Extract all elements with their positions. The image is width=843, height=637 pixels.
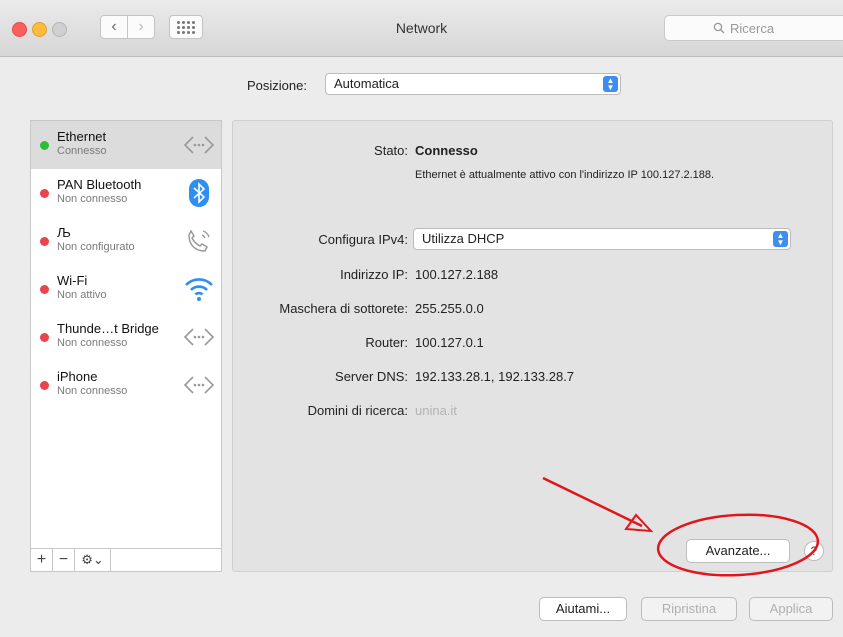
service-status: Non configurato xyxy=(57,241,135,253)
service-status: Non connesso xyxy=(57,337,128,349)
service-name: iPhone xyxy=(57,369,98,384)
location-label: Posizione: xyxy=(247,78,307,93)
service-item-thunderbolt-bridge[interactable]: Thunde…t Bridge Non connesso xyxy=(31,313,221,361)
service-name: Thunde…t Bridge xyxy=(57,321,159,336)
location-value: Automatica xyxy=(334,76,400,91)
wifi-icon xyxy=(185,278,213,301)
service-name: Ethernet xyxy=(57,129,107,144)
service-status: Non attivo xyxy=(57,289,107,301)
search-domains-value: unina.it xyxy=(415,403,457,418)
service-name: PAN Bluetooth xyxy=(57,177,142,192)
service-status: Non connesso xyxy=(57,385,128,397)
service-name: Wi-Fi xyxy=(57,273,88,288)
dns-server-value: 192.133.28.1, 192.133.28.7 xyxy=(415,369,575,384)
search-field[interactable]: Ricerca xyxy=(664,15,843,41)
gear-menu-button[interactable]: ⚙︎⌄ xyxy=(75,549,111,571)
service-name: Љ xyxy=(57,225,71,240)
service-item-wifi[interactable]: Wi-Fi Non attivo xyxy=(31,265,221,313)
ethernet-icon xyxy=(183,136,215,154)
search-icon xyxy=(713,22,725,34)
router-value: 100.127.0.1 xyxy=(415,335,484,350)
configure-ipv4-value: Utilizza DHCP xyxy=(422,231,505,246)
service-list: Ethernet Connesso PAN Bluetooth Non conn… xyxy=(30,120,222,572)
add-service-button[interactable]: + xyxy=(31,549,53,571)
apply-button[interactable]: Applica xyxy=(749,597,833,621)
popup-arrows-icon: ▲ ▼ xyxy=(603,76,618,92)
ethernet-icon xyxy=(183,376,215,394)
revert-button[interactable]: Ripristina xyxy=(641,597,737,621)
status-description: Ethernet è attualmente attivo con l'indi… xyxy=(415,169,715,181)
assist-me-button[interactable]: Aiutami... xyxy=(539,597,627,621)
service-item-phone[interactable]: Љ Non configurato xyxy=(31,217,221,265)
service-item-iphone[interactable]: iPhone Non connesso xyxy=(31,361,221,409)
service-item-ethernet[interactable]: Ethernet Connesso xyxy=(31,121,221,169)
sidebar-toolbar: + − ⚙︎⌄ xyxy=(31,548,221,571)
status-dot xyxy=(40,189,49,198)
popup-arrows-icon: ▲ ▼ xyxy=(773,231,788,247)
subnet-mask-value: 255.255.0.0 xyxy=(415,301,484,316)
ip-address-value: 100.127.2.188 xyxy=(415,267,499,282)
location-select[interactable]: Automatica ▲ ▼ xyxy=(325,73,621,95)
title-bar: ‹ › Network Ricerca xyxy=(0,0,843,57)
ethernet-icon xyxy=(183,328,215,346)
service-status: Connesso xyxy=(57,145,107,157)
search-placeholder: Ricerca xyxy=(730,20,775,36)
ip-address-label: Indirizzo IP: xyxy=(340,267,408,282)
status-dot xyxy=(40,333,49,342)
search-domains-label: Domini di ricerca: xyxy=(307,403,408,418)
status-dot xyxy=(40,285,49,294)
dns-server-label: Server DNS: xyxy=(335,369,408,384)
subnet-mask-label: Maschera di sottorete: xyxy=(279,301,408,316)
status-dot xyxy=(40,141,49,150)
status-label: Stato: xyxy=(374,143,408,158)
detail-panel: Stato: Connesso Ethernet è attualmente a… xyxy=(232,120,833,572)
configure-ipv4-label: Configura IPv4: xyxy=(318,232,408,247)
help-button[interactable]: ? xyxy=(804,541,824,561)
service-item-bluetooth[interactable]: PAN Bluetooth Non connesso xyxy=(31,169,221,217)
status-value: Connesso xyxy=(415,143,478,158)
status-dot xyxy=(40,381,49,390)
bluetooth-icon xyxy=(189,179,209,207)
remove-service-button[interactable]: − xyxy=(53,549,75,571)
router-label: Router: xyxy=(365,335,408,350)
advanced-button[interactable]: Avanzate... xyxy=(686,539,790,563)
configure-ipv4-select[interactable]: Utilizza DHCP ▲ ▼ xyxy=(413,228,791,250)
service-status: Non connesso xyxy=(57,193,128,205)
status-dot xyxy=(40,237,49,246)
phone-icon xyxy=(188,229,210,252)
